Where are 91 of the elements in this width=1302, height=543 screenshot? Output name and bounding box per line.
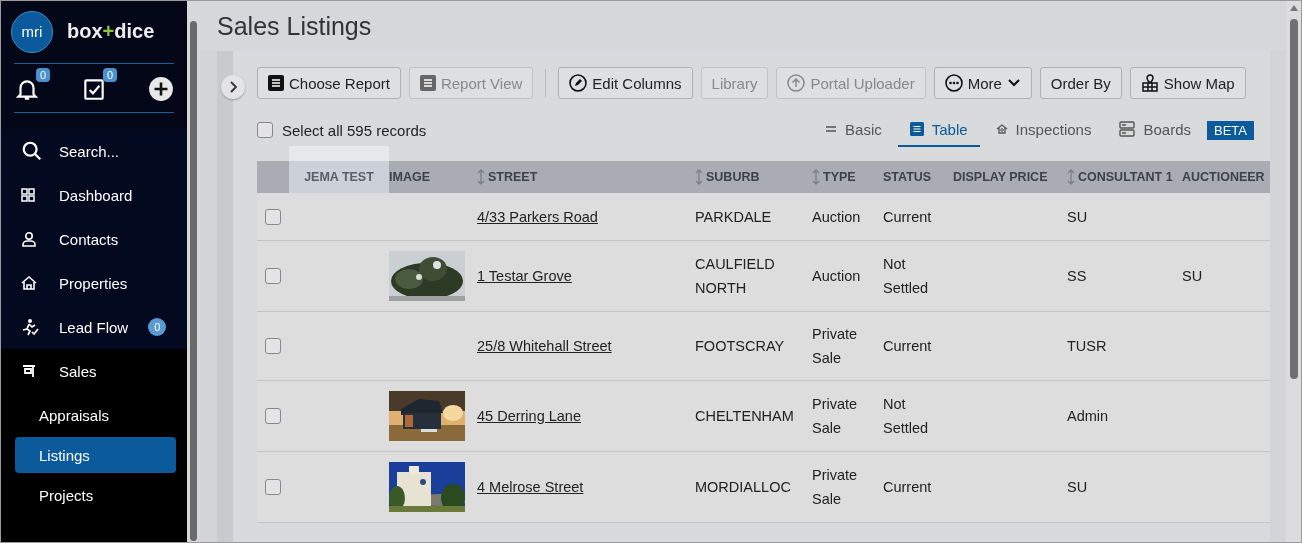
column-header[interactable]: CONSULTANT 1 <box>1067 161 1182 193</box>
table-cell: FOOTSCRAY <box>695 338 785 354</box>
expand-button[interactable] <box>221 75 245 99</box>
page-title: Sales Listings <box>217 11 372 41</box>
street-link[interactable]: 25/8 Whitehall Street <box>477 338 612 354</box>
more-icon <box>944 74 963 92</box>
table-cell: Auction <box>812 268 861 284</box>
sort-icon <box>812 169 820 185</box>
equals-icon <box>825 125 838 133</box>
sort-icon <box>477 169 485 185</box>
scrollbar[interactable] <box>1286 1 1301 542</box>
sign-icon <box>21 363 37 379</box>
table-cell: PARKDALE <box>695 208 772 225</box>
table-cell: Not Settled <box>883 396 929 436</box>
view-tab[interactable]: Boards <box>1107 113 1203 147</box>
toolbar-button[interactable]: Order By <box>1039 67 1122 99</box>
chevron-right-icon <box>228 81 238 93</box>
server-icon <box>1119 121 1136 137</box>
street-link[interactable]: 4/33 Parkers Road <box>477 208 598 225</box>
runner-icon <box>21 318 39 336</box>
nav-item[interactable]: Properties <box>1 261 187 305</box>
column-header[interactable]: AUCTIONEER <box>1182 161 1270 193</box>
row-checkbox[interactable] <box>265 338 281 354</box>
nav-item[interactable]: Dashboard <box>1 173 187 217</box>
count-badge: 0 <box>36 68 50 82</box>
toolbar-button[interactable]: Show Map <box>1129 67 1246 99</box>
table-cell: SU <box>1182 268 1203 284</box>
map-icon <box>1140 74 1159 92</box>
row-checkbox[interactable] <box>265 479 281 495</box>
street-link[interactable]: 4 Melrose Street <box>477 479 584 495</box>
pencil-circle-icon <box>569 74 588 92</box>
row-checkbox[interactable] <box>265 268 281 284</box>
toolbar-button[interactable]: Choose Report <box>257 67 401 99</box>
table-cell: Current <box>883 208 932 225</box>
column-header[interactable]: IMAGE <box>389 161 477 193</box>
table-cell: CAULFIELD NORTH <box>695 256 775 296</box>
search-icon <box>21 140 43 162</box>
nav-subitem[interactable]: Projects <box>15 477 176 513</box>
table-cell: Private Sale <box>812 467 858 507</box>
column-header[interactable]: SUBURB <box>695 161 812 193</box>
list-icon <box>419 75 436 91</box>
table-cell: Current <box>883 479 932 495</box>
table-cell: Not Settled <box>883 256 929 296</box>
nav-item[interactable]: Lead Flow 0 <box>1 305 187 349</box>
toolbar-button[interactable]: Edit Columns <box>558 67 693 99</box>
logo-text: box+dice <box>67 20 155 43</box>
street-link[interactable]: 45 Derring Lane <box>477 408 581 424</box>
table-cell: Private Sale <box>812 396 858 436</box>
grid-icon <box>21 188 35 202</box>
nav-subitem[interactable]: Listings <box>15 437 176 473</box>
view-tab[interactable]: Basic <box>813 113 894 147</box>
chevron-down-icon <box>1006 78 1021 88</box>
house-icon <box>995 123 1008 135</box>
table-cell: TUSR <box>1067 338 1107 354</box>
table-cell: CHELTENHAM <box>695 408 794 424</box>
select-all-checkbox[interactable]: Select all 595 records <box>257 121 427 139</box>
sort-icon <box>695 169 703 185</box>
table-cell: Admin <box>1067 408 1109 424</box>
street-link[interactable]: 1 Testar Grove <box>477 268 572 284</box>
list-icon <box>909 122 924 136</box>
logo-mark: mri <box>11 10 53 53</box>
table-cell: SU <box>1067 479 1088 495</box>
person-icon <box>21 231 37 247</box>
table-cell: SU <box>1067 208 1088 225</box>
toolbar-button[interactable]: More <box>933 67 1032 99</box>
row-checkbox[interactable] <box>265 408 281 424</box>
list-icon <box>268 75 284 91</box>
column-header[interactable]: STATUS <box>883 161 953 193</box>
upload-icon <box>787 74 806 92</box>
scroll-up-icon <box>1289 5 1298 11</box>
count-badge: 0 <box>103 68 117 82</box>
nav-subitem[interactable]: Appraisals <box>15 397 176 433</box>
search-button[interactable]: Search... <box>1 129 187 173</box>
view-tab[interactable]: Table <box>897 113 980 147</box>
table-cell: MORDIALLOC <box>695 479 791 495</box>
clipboard-check-icon <box>81 76 107 102</box>
table-cell: SS <box>1067 268 1087 284</box>
column-header[interactable]: TYPE <box>812 161 883 193</box>
row-checkbox[interactable] <box>265 208 281 225</box>
sort-icon <box>1067 169 1075 185</box>
table-cell: Private Sale <box>812 326 858 366</box>
table-cell: Current <box>883 338 932 354</box>
beta-badge: BETA <box>1207 120 1254 140</box>
plus-circle-icon <box>148 76 174 102</box>
house-icon <box>21 275 37 291</box>
view-tab[interactable]: Inspections <box>983 113 1104 147</box>
column-header[interactable]: DISPLAY PRICE <box>953 161 1067 193</box>
nav-item[interactable]: Contacts <box>1 217 187 261</box>
count-badge: 0 <box>148 318 167 336</box>
table-cell: Auction <box>812 208 861 225</box>
column-header[interactable]: STREET <box>477 161 695 193</box>
